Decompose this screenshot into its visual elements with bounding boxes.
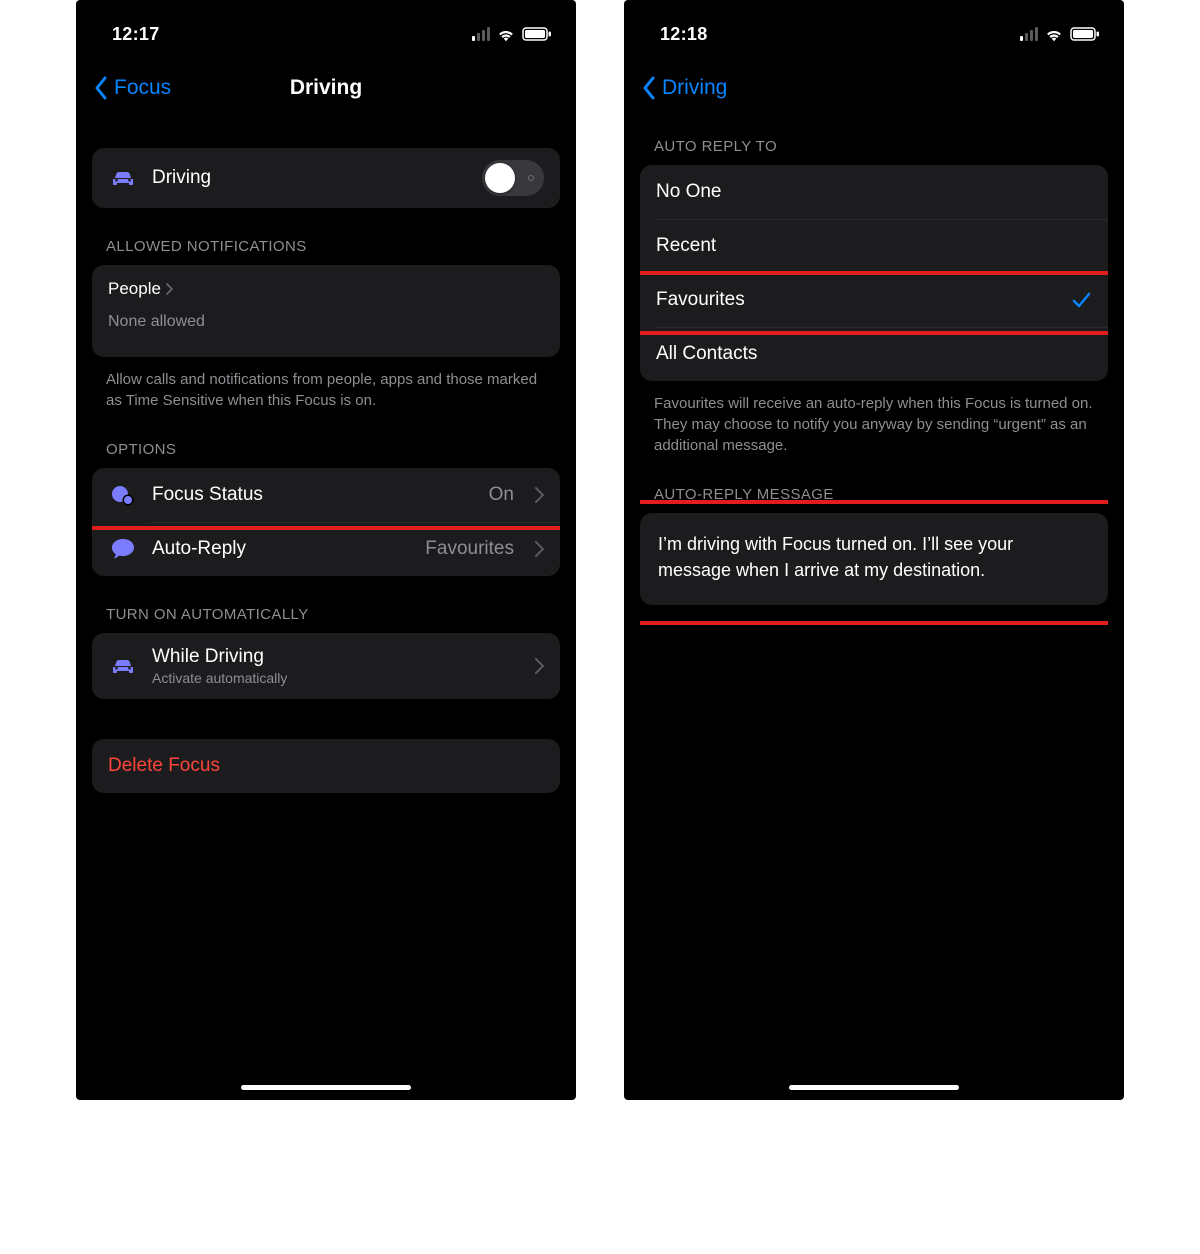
option-label: Recent — [656, 235, 1092, 257]
auto-reply-label: Auto-Reply — [152, 538, 411, 560]
back-label: Focus — [114, 76, 171, 100]
auto-reply-message-text: I’m driving with Focus turned on. I’ll s… — [658, 534, 1013, 580]
left-screenshot: 12:17 Focus Driving — [76, 0, 576, 1100]
home-indicator[interactable] — [241, 1085, 411, 1090]
chevron-right-icon — [165, 283, 173, 295]
status-bar: 12:17 — [92, 12, 560, 56]
option-favourites[interactable]: Favourites — [640, 273, 1108, 327]
auto-reply-message-field[interactable]: I’m driving with Focus turned on. I’ll s… — [640, 513, 1108, 605]
people-value: None allowed — [108, 313, 544, 331]
options-header: OPTIONS — [106, 441, 556, 458]
back-label: Driving — [662, 76, 727, 100]
auto-reply-value: Favourites — [425, 538, 514, 560]
focus-status-icon — [108, 480, 138, 510]
auto-reply-to-footer: Favourites will receive an auto-reply wh… — [654, 393, 1100, 456]
auto-header: TURN ON AUTOMATICALLY — [106, 606, 556, 623]
chevron-right-icon — [534, 658, 544, 674]
cellular-icon — [472, 27, 490, 41]
wifi-icon — [1044, 27, 1064, 42]
nav-bar: Focus Driving — [92, 62, 560, 114]
chevron-left-icon — [640, 74, 658, 102]
battery-icon — [1070, 27, 1100, 41]
options-card: Focus Status On Auto-Reply Favourites — [92, 468, 560, 576]
driving-toggle-card: Driving — [92, 148, 560, 208]
option-label: No One — [656, 181, 1092, 203]
car-icon — [108, 163, 138, 193]
status-time: 12:18 — [660, 24, 708, 45]
cellular-icon — [1020, 27, 1038, 41]
allowed-footer: Allow calls and notifications from peopl… — [106, 369, 552, 411]
battery-icon — [522, 27, 552, 41]
option-label: Favourites — [656, 289, 1056, 311]
page-title: Driving — [290, 76, 362, 100]
auto-reply-message-header: AUTO-REPLY MESSAGE — [654, 486, 1104, 503]
people-label: People — [108, 279, 161, 299]
focus-status-value: On — [489, 484, 514, 506]
option-all-contacts[interactable]: All Contacts — [640, 327, 1108, 381]
status-time: 12:17 — [112, 24, 160, 45]
delete-card: Delete Focus — [92, 739, 560, 793]
option-label: All Contacts — [656, 343, 1092, 365]
driving-toggle-row[interactable]: Driving — [92, 148, 560, 208]
chevron-right-icon — [534, 541, 544, 557]
driving-toggle-label: Driving — [152, 167, 468, 189]
right-screenshot: 12:18 Driving AUTO REPLY TO — [624, 0, 1124, 1100]
allowed-header: ALLOWED NOTIFICATIONS — [106, 238, 556, 255]
auto-reply-to-list: No One Recent Favourites All Contacts — [640, 165, 1108, 381]
driving-toggle[interactable] — [482, 160, 544, 196]
wifi-icon — [496, 27, 516, 42]
delete-focus-label: Delete Focus — [108, 755, 220, 777]
back-button[interactable]: Driving — [640, 74, 727, 102]
chevron-right-icon — [534, 487, 544, 503]
auto-card: While Driving Activate automatically — [92, 633, 560, 699]
while-driving-label: While Driving — [152, 646, 520, 668]
while-driving-row[interactable]: While Driving Activate automatically — [92, 633, 560, 699]
people-card[interactable]: People None allowed — [92, 265, 560, 357]
status-bar: 12:18 — [640, 12, 1108, 56]
checkmark-icon — [1070, 289, 1092, 311]
option-no-one[interactable]: No One — [640, 165, 1108, 219]
focus-status-row[interactable]: Focus Status On — [92, 468, 560, 522]
chevron-left-icon — [92, 74, 110, 102]
focus-status-label: Focus Status — [152, 484, 475, 506]
back-button[interactable]: Focus — [92, 74, 171, 102]
nav-bar: Driving — [640, 62, 1108, 114]
option-recent[interactable]: Recent — [640, 219, 1108, 273]
auto-reply-to-header: AUTO REPLY TO — [654, 138, 1104, 155]
home-indicator[interactable] — [789, 1085, 959, 1090]
car-icon — [108, 651, 138, 681]
auto-reply-row[interactable]: Auto-Reply Favourites — [92, 522, 560, 576]
delete-focus-row[interactable]: Delete Focus — [92, 739, 560, 793]
while-driving-sub: Activate automatically — [152, 670, 520, 686]
speech-bubble-icon — [108, 534, 138, 564]
